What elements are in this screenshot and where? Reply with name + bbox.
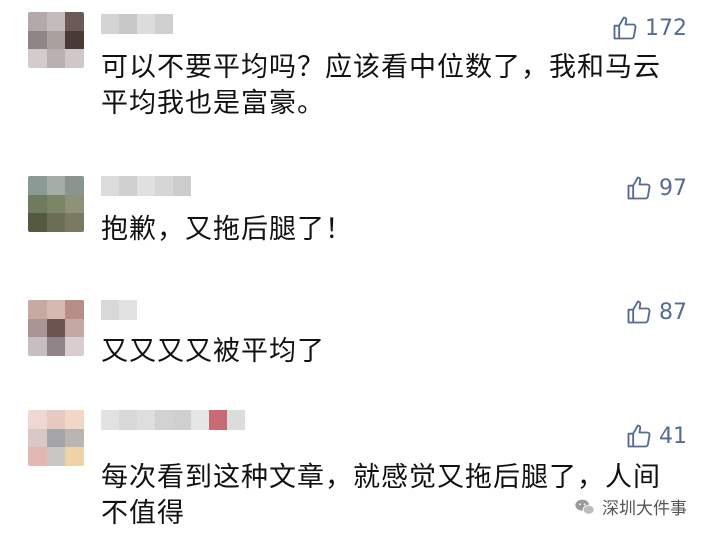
name-pixel — [155, 14, 173, 34]
like-count: 97 — [659, 175, 687, 201]
commenter-name[interactable] — [101, 14, 173, 34]
avatar-pixel — [65, 410, 84, 429]
avatar-pixel — [28, 176, 47, 195]
avatar-pixel — [28, 12, 47, 31]
avatar[interactable] — [28, 410, 84, 466]
name-pixel — [101, 300, 119, 320]
avatar-pixel — [65, 12, 84, 31]
avatar-pixel — [46, 318, 66, 338]
name-pixel — [119, 176, 137, 196]
name-pixel — [101, 410, 119, 430]
avatar-pixel — [65, 213, 84, 232]
commenter-name[interactable] — [101, 300, 137, 320]
thumbs-up-icon — [627, 300, 651, 324]
like-count: 87 — [659, 299, 687, 325]
avatar-pixel — [65, 49, 84, 68]
avatar-pixel — [28, 194, 47, 214]
avatar-pixel — [46, 194, 66, 214]
name-pixel — [191, 410, 209, 430]
avatar[interactable] — [28, 12, 84, 68]
thumbs-up-icon — [613, 16, 637, 40]
name-pixel — [119, 300, 137, 320]
avatar-pixel — [65, 447, 84, 466]
wechat-icon — [575, 499, 595, 515]
comment-text: 又又又又被平均了 — [101, 336, 325, 367]
name-pixel — [155, 176, 173, 196]
name-pixel — [209, 410, 227, 430]
avatar-pixel — [46, 300, 66, 319]
name-pixel — [137, 410, 155, 430]
avatar-pixel — [65, 300, 84, 319]
watermark: 深圳大件事 — [570, 492, 691, 521]
like-button[interactable]: 87 — [625, 298, 687, 326]
comment-text: 可以不要平均吗？应该看中位数了，我和马云 平均我也是富豪。 — [101, 52, 661, 119]
commenter-name[interactable] — [101, 176, 191, 196]
avatar-pixel — [28, 300, 47, 319]
avatar-pixel — [46, 49, 66, 68]
name-pixel — [119, 410, 137, 430]
avatar-pixel — [28, 30, 47, 50]
avatar-pixel — [65, 176, 84, 195]
name-pixel — [137, 176, 155, 196]
avatar-pixel — [46, 410, 66, 429]
thumbs-up-icon — [627, 176, 651, 200]
commenter-name[interactable] — [101, 410, 245, 430]
avatar-pixel — [28, 428, 47, 448]
avatar-pixel — [46, 447, 66, 466]
name-pixel — [101, 14, 119, 34]
avatar-pixel — [28, 447, 47, 466]
avatar-pixel — [28, 410, 47, 429]
name-pixel — [173, 176, 191, 196]
name-pixel — [173, 410, 191, 430]
avatar-pixel — [28, 49, 47, 68]
like-button[interactable]: 172 — [611, 14, 687, 42]
avatar-pixel — [65, 428, 84, 448]
name-pixel — [101, 176, 119, 196]
avatar-pixel — [28, 318, 47, 338]
avatar-pixel — [28, 213, 47, 232]
avatar-pixel — [46, 30, 66, 50]
name-pixel — [137, 14, 155, 34]
avatar-pixel — [46, 213, 66, 232]
comment-text: 抱歉，又拖后腿了！ — [101, 214, 353, 245]
name-pixel — [227, 410, 245, 430]
avatar-pixel — [46, 176, 66, 195]
avatar-pixel — [65, 337, 84, 356]
avatar-pixel — [46, 337, 66, 356]
name-pixel — [119, 14, 137, 34]
avatar[interactable] — [28, 176, 84, 232]
avatar-pixel — [46, 428, 66, 448]
avatar-pixel — [65, 318, 84, 338]
avatar-pixel — [28, 337, 47, 356]
avatar-pixel — [65, 194, 84, 214]
like-button[interactable]: 97 — [625, 174, 687, 202]
avatar[interactable] — [28, 300, 84, 356]
like-count: 172 — [645, 15, 687, 41]
like-button[interactable]: 41 — [625, 422, 687, 450]
thumbs-up-icon — [627, 424, 651, 448]
avatar-pixel — [65, 30, 84, 50]
watermark-label: 深圳大件事 — [602, 499, 687, 519]
like-count: 41 — [659, 423, 687, 449]
name-pixel — [155, 410, 173, 430]
avatar-pixel — [46, 12, 66, 31]
